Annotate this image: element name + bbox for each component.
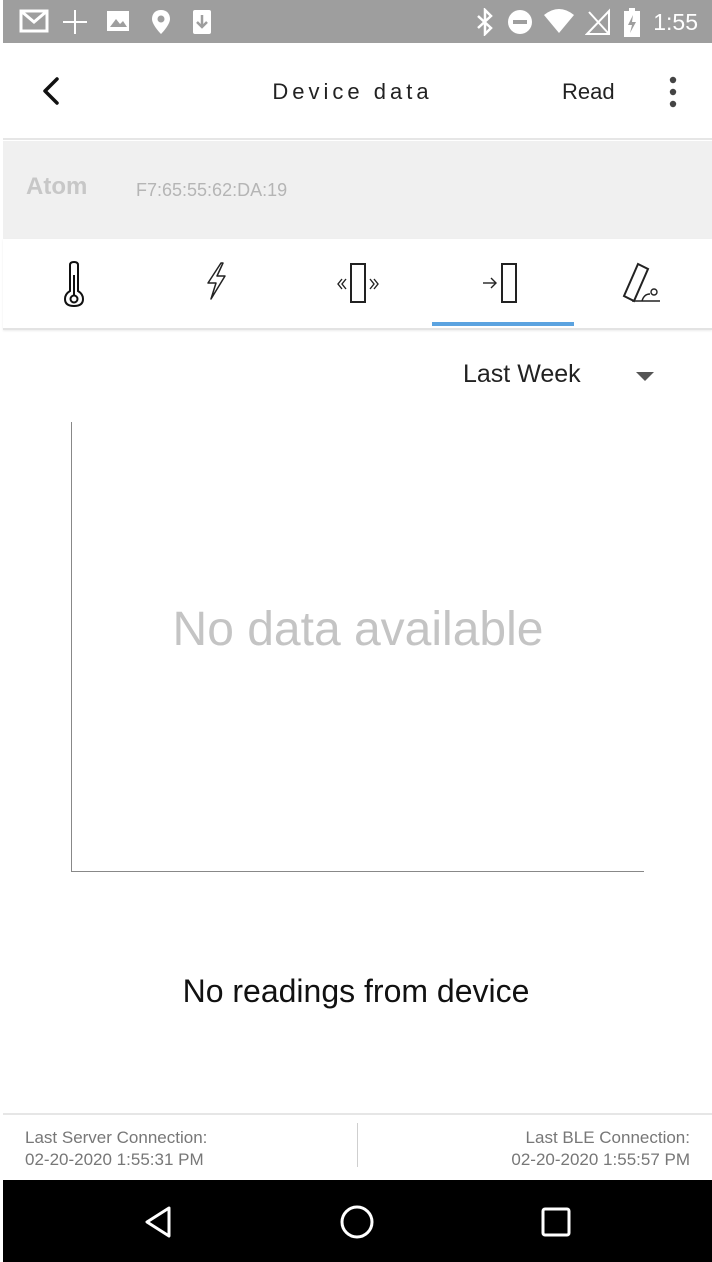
wifi-icon (544, 9, 574, 33)
tab-vibration[interactable] (287, 239, 429, 328)
chart-area: No data available (71, 422, 644, 872)
vibration-icon (337, 263, 379, 303)
dropdown-arrow-icon[interactable] (636, 372, 654, 381)
selected-tab-indicator (432, 322, 574, 326)
nav-recents-icon[interactable] (536, 1202, 576, 1242)
sensor-tabs (3, 239, 712, 330)
location-icon (152, 10, 170, 34)
device-info: Atom F7:65:55:62:DA:19 (3, 141, 712, 239)
tab-tilt[interactable] (571, 239, 712, 328)
gmail-icon (19, 9, 49, 33)
server-connection-time: 02-20-2020 1:55:31 PM (25, 1150, 204, 1169)
system-nav-bar (3, 1180, 712, 1262)
tilt-icon (622, 262, 660, 303)
download-icon (193, 10, 211, 34)
nav-home-icon[interactable] (337, 1202, 377, 1242)
door-open-icon (483, 263, 517, 303)
read-button[interactable]: Read (562, 79, 615, 105)
battery-charging-icon (624, 8, 640, 37)
no-readings-message: No readings from device (182, 973, 530, 1009)
app-bar: Device data Read (3, 43, 712, 140)
signal-crosshair-icon (63, 10, 87, 34)
lightning-icon (207, 262, 226, 300)
ble-connection-time: 02-20-2020 1:55:57 PM (511, 1150, 690, 1169)
status-time: 1:55 (653, 9, 698, 35)
ble-connection: Last BLE Connection: 02-20-2020 1:55:57 … (511, 1127, 690, 1171)
server-connection: Last Server Connection: 02-20-2020 1:55:… (25, 1127, 207, 1171)
server-connection-label: Last Server Connection: (25, 1128, 208, 1147)
image-icon (107, 11, 129, 31)
status-bar: 1:55 (3, 0, 712, 43)
more-options-icon[interactable] (663, 75, 683, 109)
tab-door[interactable] (429, 239, 571, 328)
thermometer-icon (63, 261, 85, 307)
do-not-disturb-icon (508, 10, 532, 34)
no-signal-icon (585, 8, 610, 35)
tab-temperature[interactable] (3, 239, 145, 328)
chart-empty-text: No data available (172, 603, 544, 656)
footer-divider (357, 1123, 358, 1167)
period-select[interactable]: Last Week (463, 360, 581, 389)
device-name: Atom (26, 173, 88, 200)
bluetooth-icon (477, 8, 493, 36)
device-mac-address: F7:65:55:62:DA:19 (136, 180, 288, 200)
tab-power[interactable] (145, 239, 287, 328)
nav-back-icon[interactable] (139, 1202, 179, 1242)
ble-connection-label: Last BLE Connection: (525, 1128, 690, 1147)
connection-footer: Last Server Connection: 02-20-2020 1:55:… (3, 1113, 712, 1180)
